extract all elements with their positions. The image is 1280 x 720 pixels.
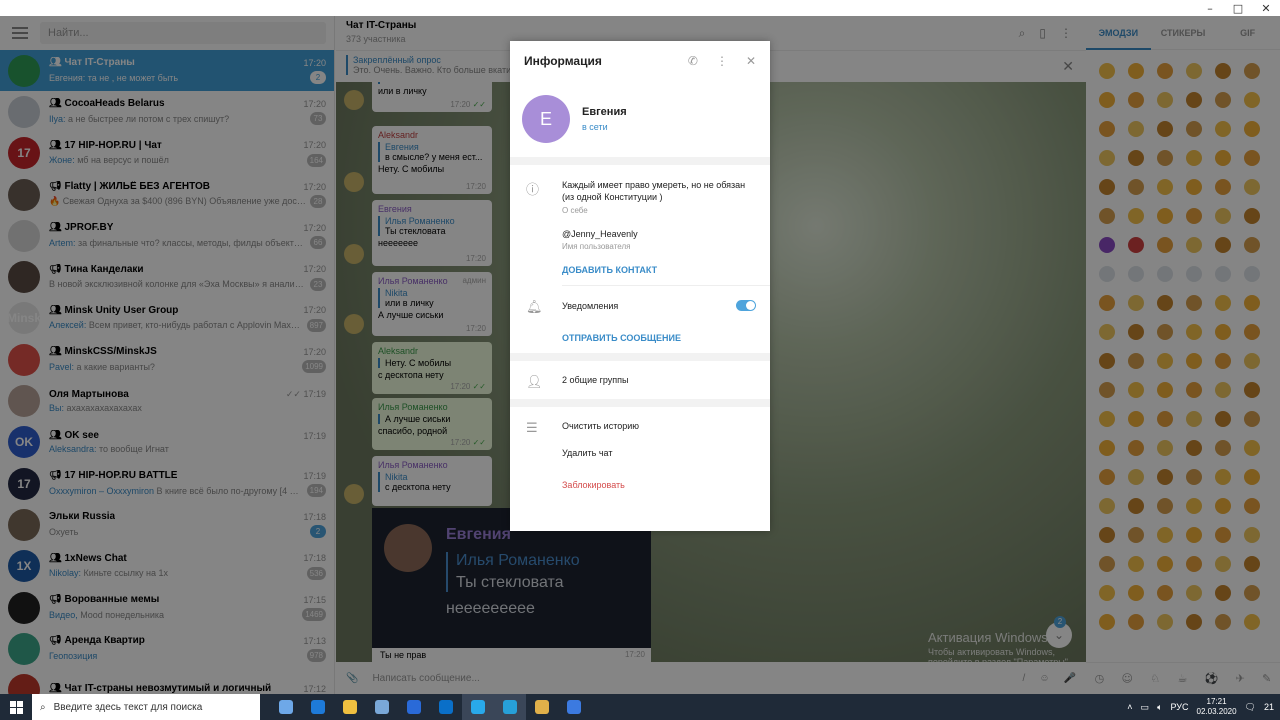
- block-user-button[interactable]: Заблокировать: [562, 480, 756, 490]
- username-label: Имя пользователя: [562, 242, 631, 251]
- clear-history-label: Очистить историю: [562, 421, 640, 431]
- bio-text: Каждый имеет право умереть, но не обязан…: [562, 180, 746, 202]
- notification-count: 21: [1263, 702, 1274, 712]
- bio-label: О себе: [562, 206, 588, 215]
- delete-chat-item[interactable]: Удалить чат: [562, 448, 756, 458]
- taskbar-app-icon[interactable]: [526, 694, 558, 720]
- send-message-button[interactable]: ОТПРАВИТЬ СООБЩЕНИЕ: [562, 333, 756, 343]
- notification-center-icon[interactable]: 🗨︎: [1245, 702, 1256, 713]
- taskbar-apps: [270, 694, 590, 720]
- taskbar-search[interactable]: ⌕ Введите здесь текст для поиска: [32, 694, 260, 720]
- clock[interactable]: 17:21 02.03.2020: [1197, 697, 1237, 717]
- taskbar-app-icon[interactable]: [366, 694, 398, 720]
- profile-name: Евгения: [582, 106, 627, 118]
- bell-icon: 🔔︎: [526, 300, 543, 315]
- window-title-bar: – □ ✕: [0, 0, 1280, 16]
- start-button[interactable]: [0, 694, 32, 720]
- online-status: в сети: [582, 122, 608, 132]
- taskbar-app-icon[interactable]: [494, 694, 526, 720]
- add-contact-button[interactable]: ДОБАВИТЬ КОНТАКТ: [562, 265, 756, 275]
- close-icon[interactable]: ✕: [746, 54, 756, 68]
- taskbar-app-icon[interactable]: [334, 694, 366, 720]
- volume-icon[interactable]: 🔈︎: [1157, 702, 1162, 713]
- clear-history-item[interactable]: Очистить историю: [562, 421, 756, 431]
- info-icon: ⓘ: [526, 183, 540, 198]
- username[interactable]: @Jenny_Heavenly: [562, 229, 756, 239]
- taskbar-app-icon[interactable]: [430, 694, 462, 720]
- taskbar-app-icon[interactable]: [398, 694, 430, 720]
- language-indicator[interactable]: РУС: [1170, 702, 1188, 712]
- taskbar-search-placeholder: Введите здесь текст для поиска: [53, 701, 203, 713]
- clock-time: 17:21: [1206, 697, 1227, 706]
- common-groups-label: 2 общие группы: [562, 375, 629, 385]
- user-icon: 👤︎: [526, 375, 543, 390]
- maximize-button[interactable]: □: [1224, 2, 1252, 15]
- taskbar-app-icon[interactable]: [270, 694, 302, 720]
- taskbar-app-icon[interactable]: [462, 694, 494, 720]
- phone-icon[interactable]: ✆: [688, 54, 698, 68]
- minimize-button[interactable]: –: [1196, 2, 1224, 15]
- system-tray: ˄ ▭ 🔈︎ РУС 17:21 02.03.2020 🗨︎ 21: [1127, 697, 1280, 717]
- windows-logo-icon: [9, 700, 23, 714]
- more-icon[interactable]: ⋮: [716, 54, 728, 68]
- taskbar-app-icon[interactable]: [558, 694, 590, 720]
- chevron-up-icon[interactable]: ˄: [1127, 702, 1132, 712]
- network-icon[interactable]: ▭: [1141, 702, 1150, 713]
- notifications-toggle[interactable]: [736, 300, 756, 311]
- windows-taskbar: ⌕ Введите здесь текст для поиска ˄ ▭ 🔈︎ …: [0, 694, 1280, 720]
- close-window-button[interactable]: ✕: [1252, 2, 1280, 15]
- user-info-dialog: Информация ✆ ⋮ ✕ Е Евгения в сети ⓘ Кажд…: [510, 41, 770, 531]
- search-icon: ⌕: [40, 701, 46, 713]
- avatar[interactable]: Е: [522, 95, 570, 143]
- clock-date: 02.03.2020: [1196, 707, 1237, 716]
- notifications-label: Уведомления: [562, 300, 619, 311]
- taskbar-app-icon[interactable]: [302, 694, 334, 720]
- dialog-title: Информация: [524, 54, 602, 68]
- list-icon: ☰: [526, 421, 538, 436]
- delete-chat-label: Удалить чат: [562, 448, 613, 458]
- common-groups-item[interactable]: 2 общие группы: [562, 375, 756, 385]
